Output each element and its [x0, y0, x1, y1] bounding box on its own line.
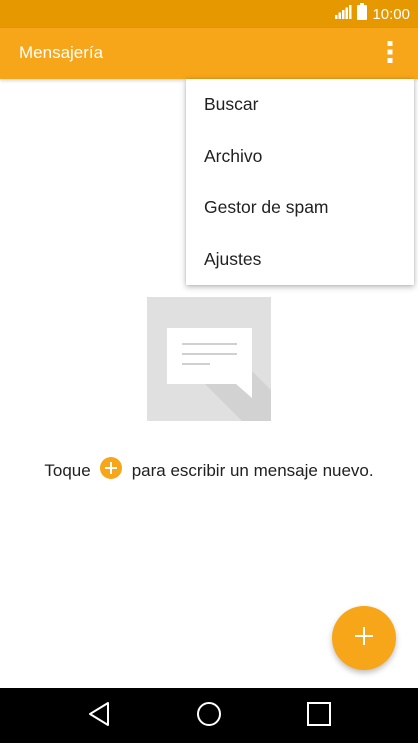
back-icon	[87, 701, 111, 732]
empty-state-illustration	[147, 297, 271, 421]
new-message-fab[interactable]	[332, 606, 396, 670]
menu-item-archivo[interactable]: Archivo	[186, 131, 414, 183]
navigation-bar	[0, 688, 418, 743]
overflow-menu-button[interactable]	[372, 36, 408, 72]
menu-item-buscar[interactable]: Buscar	[186, 79, 414, 131]
home-icon	[196, 701, 222, 732]
menu-item-gestor-de-spam[interactable]: Gestor de spam	[186, 182, 414, 234]
status-time: 10:00	[372, 5, 410, 23]
battery-icon	[357, 3, 368, 25]
hint-text-after: para escribir un mensaje nuevo.	[131, 461, 374, 480]
empty-state-hint: Toque para escribir un mensaje nuevo.	[0, 456, 418, 486]
overflow-menu: Buscar Archivo Gestor de spam Ajustes	[186, 79, 414, 285]
recents-icon	[307, 701, 331, 731]
home-button[interactable]	[194, 701, 224, 731]
more-vert-icon	[387, 40, 393, 68]
menu-item-ajustes[interactable]: Ajustes	[186, 234, 414, 286]
hint-text-before: Toque	[44, 461, 91, 480]
plus-circle-icon	[99, 457, 122, 479]
status-bar: 10:00	[0, 0, 418, 28]
signal-icon	[335, 4, 352, 24]
recents-button[interactable]	[304, 701, 334, 731]
message-bubble-icon	[147, 328, 271, 421]
app-bar: Mensajería	[0, 28, 418, 79]
app-title: Mensajería	[19, 43, 104, 62]
status-icons: 10:00	[335, 3, 410, 25]
back-button[interactable]	[84, 701, 114, 731]
plus-icon	[355, 626, 373, 650]
